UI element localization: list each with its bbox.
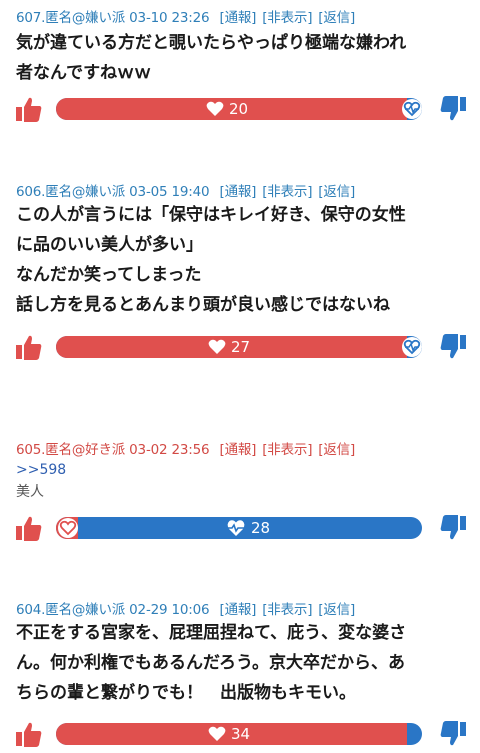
vote-row: 20 [0, 93, 480, 125]
thumbs-up-icon[interactable] [14, 719, 44, 749]
vote-bar: 27 [56, 336, 422, 358]
report-link[interactable]: [通報] [220, 10, 257, 26]
hide-link[interactable]: [非表示] [262, 184, 312, 200]
thumbs-up-icon[interactable] [14, 332, 44, 362]
hide-link[interactable]: [非表示] [262, 442, 312, 458]
reply-link[interactable]: [返信] [318, 184, 355, 200]
report-link[interactable]: [通報] [220, 184, 257, 200]
hide-link[interactable]: [非表示] [262, 10, 312, 26]
comment-line: この人が言うには「保守はキレイ好き、保守の女性 [16, 205, 406, 225]
comment-date: 02-29 10:06 [129, 602, 210, 618]
heart-icon [206, 101, 224, 116]
comment-line: 話し方を見るとあんまり頭が良い感じではないね [16, 295, 390, 315]
comment-line: ちらの輩と繋がりでも！ 出版物もキモい。 [16, 683, 356, 703]
vote-count: 27 [208, 336, 250, 358]
comment-author[interactable]: 匿名@嫌い派 [45, 602, 125, 618]
vote-row: 28 [0, 512, 480, 544]
thumbs-up-icon[interactable] [14, 94, 44, 124]
vote-count: 34 [208, 723, 250, 745]
comment-author[interactable]: 匿名@嫌い派 [45, 10, 125, 26]
comment-number: 607. [16, 10, 46, 26]
vote-row: 27 [0, 331, 480, 363]
heart-pulse-icon [402, 337, 422, 357]
hide-link[interactable]: [非表示] [262, 602, 312, 618]
thumbs-down-icon[interactable] [438, 513, 468, 543]
comment-body: この人が言うには「保守はキレイ好き、保守の女性 に品のいい美人が多い」 なんだか… [16, 200, 466, 320]
thumbs-down-icon[interactable] [438, 94, 468, 124]
heart-icon [208, 726, 226, 741]
heart-pulse-icon [402, 99, 422, 119]
comment-date: 03-02 23:56 [129, 442, 210, 458]
reply-link[interactable]: [返信] [318, 10, 355, 26]
comment-line: 気が違ている方だと覗いたらやっぱり極端な嫌われ [16, 33, 407, 53]
comment-line: 不正をする宮家を、屁理屈捏ねて、庇う、変な婆さ [16, 623, 407, 643]
comment-header: 604.匿名@嫌い派 02-29 10:06 [通報] [非表示] [返信] [16, 598, 355, 618]
comment-number: 604. [16, 602, 46, 618]
reply-anchor-link[interactable]: >>598 [16, 460, 466, 480]
comment-line: なんだか笑ってしまった [16, 265, 202, 285]
vote-bar: 28 [56, 517, 422, 539]
comment-author[interactable]: 匿名@好き派 [45, 442, 125, 458]
vote-bar: 20 [56, 98, 422, 120]
comment-date: 03-10 23:26 [129, 10, 210, 26]
heart-pulse-icon [227, 520, 245, 536]
reply-link[interactable]: [返信] [318, 602, 355, 618]
thumbs-down-icon[interactable] [438, 332, 468, 362]
comment-line: 美人 [16, 484, 44, 500]
comment-line: 者なんですねｗｗ [16, 63, 152, 83]
comment-number: 605. [16, 442, 46, 458]
comment-date: 03-05 19:40 [129, 184, 210, 200]
comment-header: 607.匿名@嫌い派 03-10 23:26 [通報] [非表示] [返信] [16, 6, 355, 26]
comment-header: 605.匿名@好き派 03-02 23:56 [通報] [非表示] [返信] [16, 438, 355, 458]
comment-number: 606. [16, 184, 46, 200]
vote-count: 20 [206, 98, 248, 120]
thumbs-up-icon[interactable] [14, 513, 44, 543]
comment-author[interactable]: 匿名@嫌い派 [45, 184, 125, 200]
comment-header: 606.匿名@嫌い派 03-05 19:40 [通報] [非表示] [返信] [16, 180, 355, 200]
comment-line: ん。何か利権でもあるんだろう。京大卒だから、あ [16, 653, 405, 673]
comment-line: に品のいい美人が多い」 [16, 235, 203, 255]
report-link[interactable]: [通報] [220, 442, 257, 458]
report-link[interactable]: [通報] [220, 602, 257, 618]
reply-link[interactable]: [返信] [318, 442, 355, 458]
comment-body: >>598 美人 [16, 460, 466, 504]
thumbs-down-icon[interactable] [438, 719, 468, 749]
comment-body: 不正をする宮家を、屁理屈捏ねて、庇う、変な婆さ ん。何か利権でもあるんだろう。京… [16, 618, 466, 708]
heart-icon [58, 518, 78, 538]
vote-row: 34 [0, 718, 480, 750]
comment-body: 気が違ている方だと覗いたらやっぱり極端な嫌われ 者なんですねｗｗ [16, 28, 466, 88]
vote-bar: 34 [56, 723, 422, 745]
heart-icon [208, 339, 226, 354]
vote-count: 28 [226, 517, 270, 539]
